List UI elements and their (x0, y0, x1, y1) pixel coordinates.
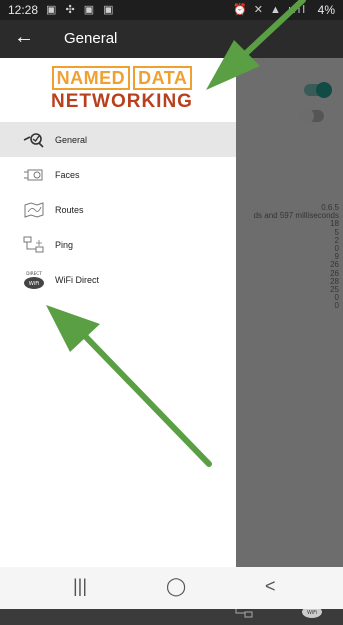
ndn-logo: NAMED DATA NETWORKING (44, 66, 200, 113)
arrow-back-icon[interactable]: ← (14, 27, 34, 47)
drawer-item-faces[interactable]: Faces (0, 157, 236, 192)
faces-icon (22, 165, 46, 185)
logo-word-data: DATA (133, 66, 193, 90)
drawer-item-wifi-direct[interactable]: DIRECT WiFi WiFi Direct (0, 262, 236, 297)
system-status-icons: ⏰ ✕ ▲ ılıl (233, 4, 307, 16)
status-bar: 12:28 ▣ ✣ ▣ ▣ ⏰ ✕ ▲ ılıl 4% (0, 0, 343, 20)
page-title: General (64, 30, 118, 47)
app-bar: ← General (0, 20, 343, 58)
drawer-item-label: General (55, 134, 88, 145)
general-icon (22, 130, 46, 150)
drawer-item-routes[interactable]: Routes (0, 192, 236, 227)
notification-icons: ▣ ✣ ▣ ▣ (46, 4, 117, 16)
svg-text:WiFi: WiFi (29, 281, 40, 287)
ping-icon (22, 235, 46, 255)
drawer-item-label: WiFi Direct (55, 274, 99, 285)
logo-word-named: NAMED (51, 66, 131, 90)
drawer-menu: General Faces Routes Ping DIRECT WiFi Wi… (0, 122, 236, 297)
home-button[interactable]: ◯ (166, 576, 186, 597)
svg-text:DIRECT: DIRECT (26, 271, 42, 276)
navigation-drawer: NAMED DATA NETWORKING General Faces Rout… (0, 58, 236, 567)
system-nav-bar: ||| ◯ < (0, 567, 343, 609)
drawer-item-ping[interactable]: Ping (0, 227, 236, 262)
wifi-direct-icon: DIRECT WiFi (22, 270, 46, 290)
routes-icon (22, 200, 46, 220)
battery-level: 4% (317, 3, 335, 17)
drawer-item-general[interactable]: General (0, 122, 236, 157)
logo-word-networking: NETWORKING (51, 91, 193, 112)
drawer-item-label: Faces (55, 169, 80, 180)
drawer-item-label: Routes (55, 204, 84, 215)
svg-text:WiFi: WiFi (307, 610, 317, 616)
back-button[interactable]: < (265, 576, 276, 597)
recents-button[interactable]: ||| (73, 576, 87, 597)
status-time: 12:28 (8, 3, 39, 17)
drawer-item-label: Ping (55, 239, 74, 250)
